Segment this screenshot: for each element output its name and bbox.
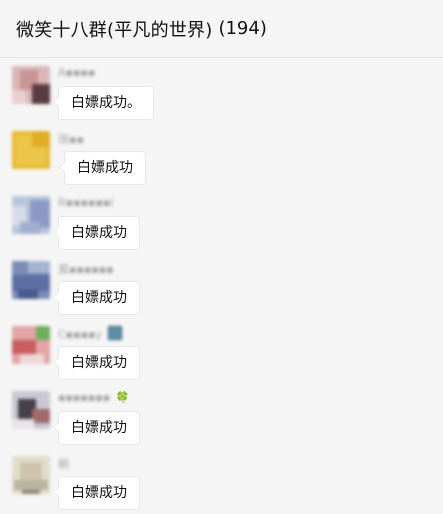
- sender-name-text: ▪▪▪▪▪▪▪: [58, 391, 111, 404]
- message-item: C▪▪▪▪y 白嫖成功: [0, 326, 443, 392]
- message-list[interactable]: A▪▪▪▪ 白嫖成功。 琪▪▪ 白嫖成功 R▪▪▪▪▪▪I 白嫖成功 莫▪▪▪▪…: [0, 58, 443, 514]
- message-bubble[interactable]: 白嫖成功: [53, 476, 140, 510]
- avatar[interactable]: [12, 326, 50, 364]
- message-item: A▪▪▪▪ 白嫖成功。: [0, 66, 443, 132]
- group-title: 微笑十八群(平凡的世界): [16, 19, 213, 41]
- sender-name-text: C▪▪▪▪y: [58, 328, 103, 341]
- chat-header: 微笑十八群(平凡的世界) (194): [0, 0, 443, 58]
- member-count: (194): [218, 18, 267, 39]
- sender-name: R▪▪▪▪▪▪I: [58, 196, 114, 209]
- avatar[interactable]: [12, 261, 50, 299]
- sender-name: 莫▪▪▪▪▪▪: [58, 263, 114, 276]
- message-item: ▪▪▪▪▪▪▪ 🍀 白嫖成功: [0, 391, 443, 457]
- message-item: 桐 白嫖成功: [0, 456, 443, 514]
- message-bubble[interactable]: 白嫖成功: [53, 346, 140, 380]
- message-bubble[interactable]: 白嫖成功。: [53, 86, 154, 120]
- message-item: 莫▪▪▪▪▪▪ 白嫖成功: [0, 261, 443, 327]
- avatar[interactable]: [12, 456, 50, 494]
- avatar[interactable]: [12, 66, 50, 104]
- avatar[interactable]: [12, 131, 50, 169]
- avatar[interactable]: [12, 391, 50, 429]
- sender-name: C▪▪▪▪y: [58, 326, 122, 341]
- clover-icon: 🍀: [115, 391, 130, 404]
- message-item: 琪▪▪ 白嫖成功: [0, 131, 443, 197]
- sender-name: A▪▪▪▪: [58, 66, 96, 79]
- message-bubble[interactable]: 白嫖成功: [53, 281, 140, 315]
- flag-icon: [107, 326, 122, 340]
- message-bubble[interactable]: 白嫖成功: [53, 216, 140, 250]
- sender-name: 琪▪▪: [58, 133, 84, 146]
- sender-name: ▪▪▪▪▪▪▪ 🍀: [58, 391, 129, 405]
- chat-window: 微笑十八群(平凡的世界) (194) A▪▪▪▪ 白嫖成功。 琪▪▪ 白嫖成功: [0, 0, 443, 514]
- message-item: R▪▪▪▪▪▪I 白嫖成功: [0, 196, 443, 262]
- avatar[interactable]: [12, 196, 50, 234]
- message-bubble[interactable]: 白嫖成功: [59, 151, 146, 185]
- message-bubble[interactable]: 白嫖成功: [53, 411, 140, 445]
- sender-name: 桐: [58, 458, 69, 471]
